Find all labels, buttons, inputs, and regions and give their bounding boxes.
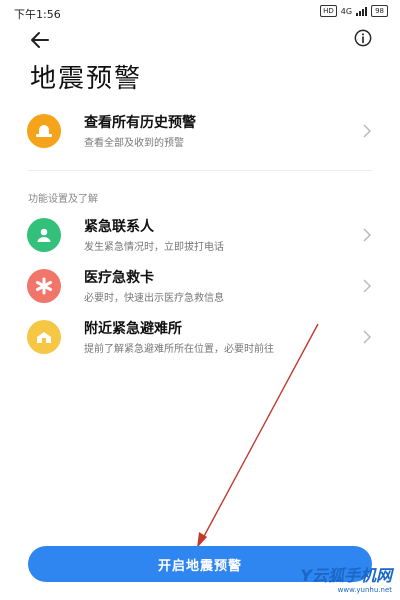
divider bbox=[28, 170, 372, 171]
info-icon[interactable] bbox=[354, 29, 372, 47]
watermark: Y云狐手机网 www.yunhu.net bbox=[300, 562, 392, 594]
watermark-url: www.yunhu.net bbox=[337, 586, 392, 594]
medical-card-item[interactable]: 医疗急救卡 必要时，快速出示医疗急救信息 bbox=[0, 259, 400, 313]
medical-card-title: 医疗急救卡 bbox=[84, 270, 154, 286]
chevron-right-icon bbox=[363, 228, 372, 242]
emergency-contacts-item[interactable]: 紧急联系人 发生紧急情况时，立即拔打电话 bbox=[0, 208, 400, 262]
emergency-contacts-subtitle: 发生紧急情况时，立即拔打电话 bbox=[84, 242, 224, 253]
battery-icon: 98 bbox=[371, 5, 388, 17]
chevron-right-icon bbox=[363, 330, 372, 344]
medical-card-subtitle: 必要时，快速出示医疗急救信息 bbox=[84, 293, 224, 304]
person-icon bbox=[27, 218, 61, 252]
hd-indicator: HD bbox=[320, 5, 337, 17]
history-alerts-item[interactable]: 查看所有历史预警 查看全部及收到的预警 bbox=[0, 104, 400, 158]
chevron-right-icon bbox=[363, 124, 372, 138]
emergency-contacts-title: 紧急联系人 bbox=[84, 219, 154, 235]
chevron-right-icon bbox=[363, 279, 372, 293]
back-arrow-icon[interactable] bbox=[28, 28, 52, 52]
nearby-shelter-title: 附近紧急避难所 bbox=[84, 321, 182, 337]
section-label: 功能设置及了解 bbox=[28, 194, 98, 205]
history-alerts-subtitle: 查看全部及收到的预警 bbox=[84, 138, 184, 149]
shelter-icon bbox=[27, 320, 61, 354]
medical-cross-icon bbox=[27, 269, 61, 303]
page-title: 地震预警 bbox=[30, 64, 143, 94]
nearby-shelter-item[interactable]: 附近紧急避难所 提前了解紧急避难所所在位置，必要时前往 bbox=[0, 310, 400, 364]
status-bar: 下午1:56 HD 4G 98 bbox=[0, 0, 400, 24]
nearby-shelter-subtitle: 提前了解紧急避难所所在位置，必要时前往 bbox=[84, 344, 274, 355]
signal-icon bbox=[356, 6, 368, 16]
status-icons: HD 4G 98 bbox=[320, 5, 388, 17]
network-type: 4G bbox=[340, 6, 353, 16]
alarm-light-icon bbox=[27, 114, 61, 148]
battery-level: 98 bbox=[375, 7, 384, 15]
history-alerts-title: 查看所有历史预警 bbox=[84, 115, 196, 131]
watermark-logo: Y云狐手机网 bbox=[300, 566, 392, 585]
status-time: 下午1:56 bbox=[14, 8, 61, 21]
